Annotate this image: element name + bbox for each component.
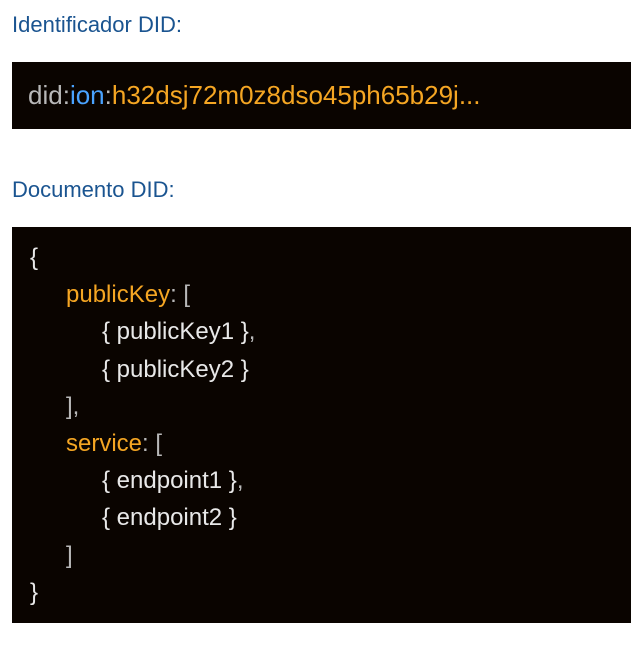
did-document-block: { publicKey: [ { publicKey1 }, { publicK… — [12, 227, 631, 623]
close-bracket-2: ] — [66, 542, 73, 569]
colon-1: : — [170, 281, 183, 308]
did-sep-1: : — [63, 80, 70, 110]
did-id: h32dsj72m0z8dso45ph65b29j... — [112, 80, 481, 110]
open-bracket-1: [ — [183, 281, 190, 308]
key-publickey: publicKey — [66, 281, 170, 308]
endpoint2: { endpoint2 } — [102, 504, 237, 531]
did-sep-2: : — [105, 80, 112, 110]
colon-2: : — [142, 430, 155, 457]
key-service: service — [66, 430, 142, 457]
comma-2: , — [73, 393, 80, 420]
comma-3: , — [237, 467, 244, 494]
close-brace: } — [30, 579, 38, 606]
close-bracket-1: ] — [66, 393, 73, 420]
document-label: Documento DID: — [12, 177, 631, 203]
open-bracket-2: [ — [155, 430, 162, 457]
did-method: ion — [70, 80, 105, 110]
publickey2: { publicKey2 } — [102, 356, 249, 383]
comma-1: , — [249, 318, 256, 345]
open-brace: { — [30, 244, 38, 271]
did-scheme: did — [28, 80, 63, 110]
endpoint1: { endpoint1 } — [102, 467, 237, 494]
did-identifier-block: did:ion:h32dsj72m0z8dso45ph65b29j... — [12, 62, 631, 129]
identifier-label: Identificador DID: — [12, 12, 631, 38]
publickey1: { publicKey1 } — [102, 318, 249, 345]
